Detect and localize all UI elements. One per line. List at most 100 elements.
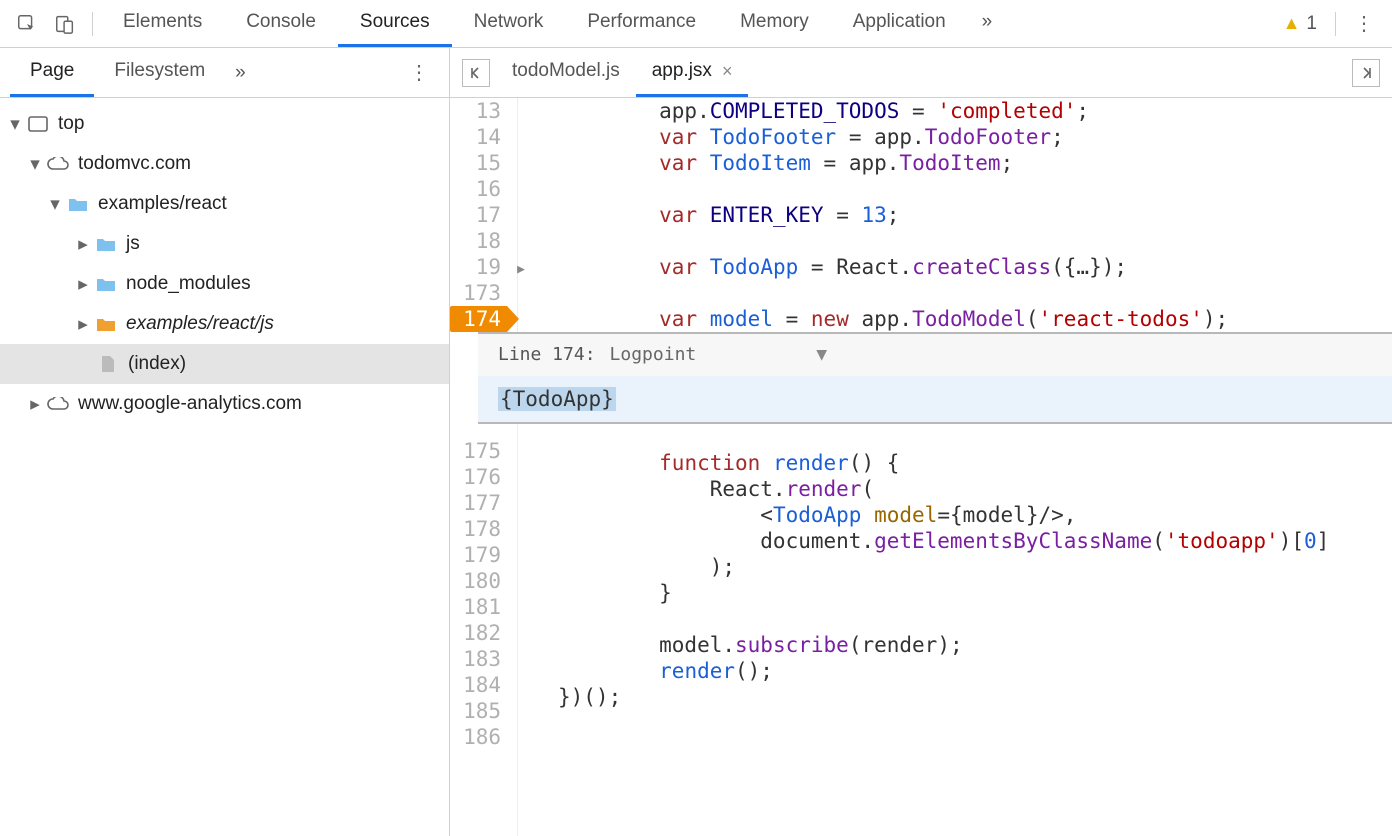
overflow-menu-icon[interactable]: ⋮ xyxy=(1344,11,1384,36)
tab-console[interactable]: Console xyxy=(224,0,338,47)
frame-icon xyxy=(26,114,50,134)
gutter-line[interactable]: 17 xyxy=(450,202,507,228)
tree-node-sourcemap-folder[interactable]: ▸ examples/react/js xyxy=(0,304,449,344)
code-line[interactable] xyxy=(518,606,1392,632)
tab-network[interactable]: Network xyxy=(452,0,566,47)
file-tree: ▾ top ▾ todomvc.com ▾ examples/react ▸ j… xyxy=(0,98,449,836)
gutter-line[interactable]: 14 xyxy=(450,124,507,150)
device-toolbar-icon[interactable] xyxy=(50,9,80,39)
code-line[interactable]: render(); xyxy=(518,658,1392,684)
tree-node-folder[interactable]: ▸ node_modules xyxy=(0,264,449,304)
code-line[interactable]: } xyxy=(518,580,1392,606)
code-editor[interactable]: 13 14 15 16 17 18 19 173 174 175 176 177… xyxy=(450,98,1392,836)
code-line[interactable] xyxy=(518,280,1392,306)
code-line[interactable] xyxy=(518,710,1392,736)
tree-node-folder[interactable]: ▾ examples/react xyxy=(0,184,449,224)
gutter-line[interactable]: 175 xyxy=(450,438,507,464)
code-line[interactable]: document.getElementsByClassName('todoapp… xyxy=(518,528,1392,554)
inspect-element-icon[interactable] xyxy=(12,9,42,39)
sidebar-tab-filesystem[interactable]: Filesystem xyxy=(94,48,225,97)
tree-label: todomvc.com xyxy=(78,153,191,175)
code-line[interactable]: var TodoItem = app.TodoItem; xyxy=(518,150,1392,176)
code-line[interactable]: var ENTER_KEY = 13; xyxy=(518,202,1392,228)
tree-node-top[interactable]: ▾ top xyxy=(0,104,449,144)
folder-icon xyxy=(94,274,118,294)
gutter-line[interactable]: 13 xyxy=(450,98,507,124)
chevron-down-icon[interactable]: ▼ xyxy=(816,342,827,368)
tree-label: node_modules xyxy=(126,273,251,295)
code-line[interactable]: var TodoApp = React.createClass({…}); xyxy=(518,254,1392,280)
code-line[interactable] xyxy=(518,176,1392,202)
folder-icon xyxy=(66,194,90,214)
tree-node-domain[interactable]: ▸ www.google-analytics.com xyxy=(0,384,449,424)
separator xyxy=(92,12,93,36)
main-split: Page Filesystem » ⋮ ▾ top ▾ todomvc.com … xyxy=(0,48,1392,836)
sidebar-overflow-icon[interactable]: ⋮ xyxy=(409,60,429,85)
tab-label: Performance xyxy=(587,11,696,33)
gutter-line[interactable]: 179 xyxy=(450,542,507,568)
logpoint-expression-input[interactable]: {TodoApp} xyxy=(478,376,1392,422)
logpoint-line-label: Line 174: xyxy=(498,342,596,368)
show-navigator-icon[interactable] xyxy=(462,59,490,87)
tab-label: Sources xyxy=(360,11,430,33)
gutter-line[interactable]: 15 xyxy=(450,150,507,176)
code-line[interactable]: })(); xyxy=(518,684,1392,710)
logpoint-panel: Line 174: Logpoint ▼ {TodoApp} xyxy=(478,332,1392,424)
tab-label: Application xyxy=(853,11,946,33)
code-line[interactable]: function render() { xyxy=(518,450,1392,476)
code-line[interactable]: React.render( xyxy=(518,476,1392,502)
sidebar-tabs: Page Filesystem » ⋮ xyxy=(0,48,449,98)
code-line[interactable]: <TodoApp model={model}/>, xyxy=(518,502,1392,528)
tab-sources[interactable]: Sources xyxy=(338,0,452,47)
sidebar-more-chevron-icon[interactable]: » xyxy=(235,62,246,84)
code-lines[interactable]: app.COMPLETED_TODOS = 'completed'; var T… xyxy=(518,98,1392,836)
gutter-line[interactable]: 181 xyxy=(450,594,507,620)
tab-label: Memory xyxy=(740,11,809,33)
folder-icon xyxy=(94,314,118,334)
file-tab-todo-model[interactable]: todoModel.js xyxy=(496,48,636,97)
show-debugger-icon[interactable] xyxy=(1352,59,1380,87)
code-line[interactable]: var TodoFooter = app.TodoFooter; xyxy=(518,124,1392,150)
gutter-line[interactable]: 182 xyxy=(450,620,507,646)
gutter-line[interactable]: 16 xyxy=(450,176,507,202)
gutter-line-foldable[interactable]: 19 xyxy=(450,254,507,280)
tree-node-file[interactable]: (index) xyxy=(0,344,449,384)
sidebar-tab-page[interactable]: Page xyxy=(10,48,94,97)
gutter-line[interactable]: 178 xyxy=(450,516,507,542)
code-line[interactable] xyxy=(518,424,1392,450)
tab-elements[interactable]: Elements xyxy=(101,0,224,47)
tab-label: Console xyxy=(246,11,316,33)
tree-label: examples/react xyxy=(98,193,227,215)
tab-application[interactable]: Application xyxy=(831,0,968,47)
tree-node-domain[interactable]: ▾ todomvc.com xyxy=(0,144,449,184)
code-line[interactable]: ); xyxy=(518,554,1392,580)
tree-node-folder[interactable]: ▸ js xyxy=(0,224,449,264)
gutter-line[interactable]: 185 xyxy=(450,698,507,724)
warning-badge[interactable]: ▲ 1 xyxy=(1283,13,1317,35)
code-line[interactable]: app.COMPLETED_TODOS = 'completed'; xyxy=(518,98,1392,124)
devtools-tabs-bar: Elements Console Sources Network Perform… xyxy=(0,0,1392,48)
close-tab-icon[interactable]: × xyxy=(722,61,733,82)
code-line[interactable]: var model = new app.TodoModel('react-tod… xyxy=(518,306,1392,332)
gutter-line[interactable]: 18 xyxy=(450,228,507,254)
logpoint-type-selector[interactable]: Logpoint xyxy=(610,342,697,368)
code-line[interactable] xyxy=(518,228,1392,254)
more-tabs-chevron-icon[interactable]: » xyxy=(968,0,1007,47)
gutter-line[interactable]: 184 xyxy=(450,672,507,698)
gutter-line[interactable]: 177 xyxy=(450,490,507,516)
gutter[interactable]: 13 14 15 16 17 18 19 173 174 175 176 177… xyxy=(450,98,518,836)
expand-triangle-icon: ▸ xyxy=(28,393,42,416)
file-tab-app-jsx[interactable]: app.jsx × xyxy=(636,48,749,97)
logpoint-header: Line 174: Logpoint ▼ xyxy=(478,334,1392,376)
gutter-line[interactable]: 180 xyxy=(450,568,507,594)
collapse-triangle-icon: ▾ xyxy=(48,193,62,216)
gutter-line[interactable]: 173 xyxy=(450,280,507,306)
gutter-line[interactable]: 183 xyxy=(450,646,507,672)
gutter-line[interactable]: 186 xyxy=(450,724,507,750)
editor-tabs-bar: todoModel.js app.jsx × xyxy=(450,48,1392,98)
gutter-line[interactable]: 176 xyxy=(450,464,507,490)
code-line[interactable]: model.subscribe(render); xyxy=(518,632,1392,658)
tab-performance[interactable]: Performance xyxy=(565,0,718,47)
logpoint-marker[interactable]: 174 xyxy=(450,306,507,332)
tab-memory[interactable]: Memory xyxy=(718,0,831,47)
